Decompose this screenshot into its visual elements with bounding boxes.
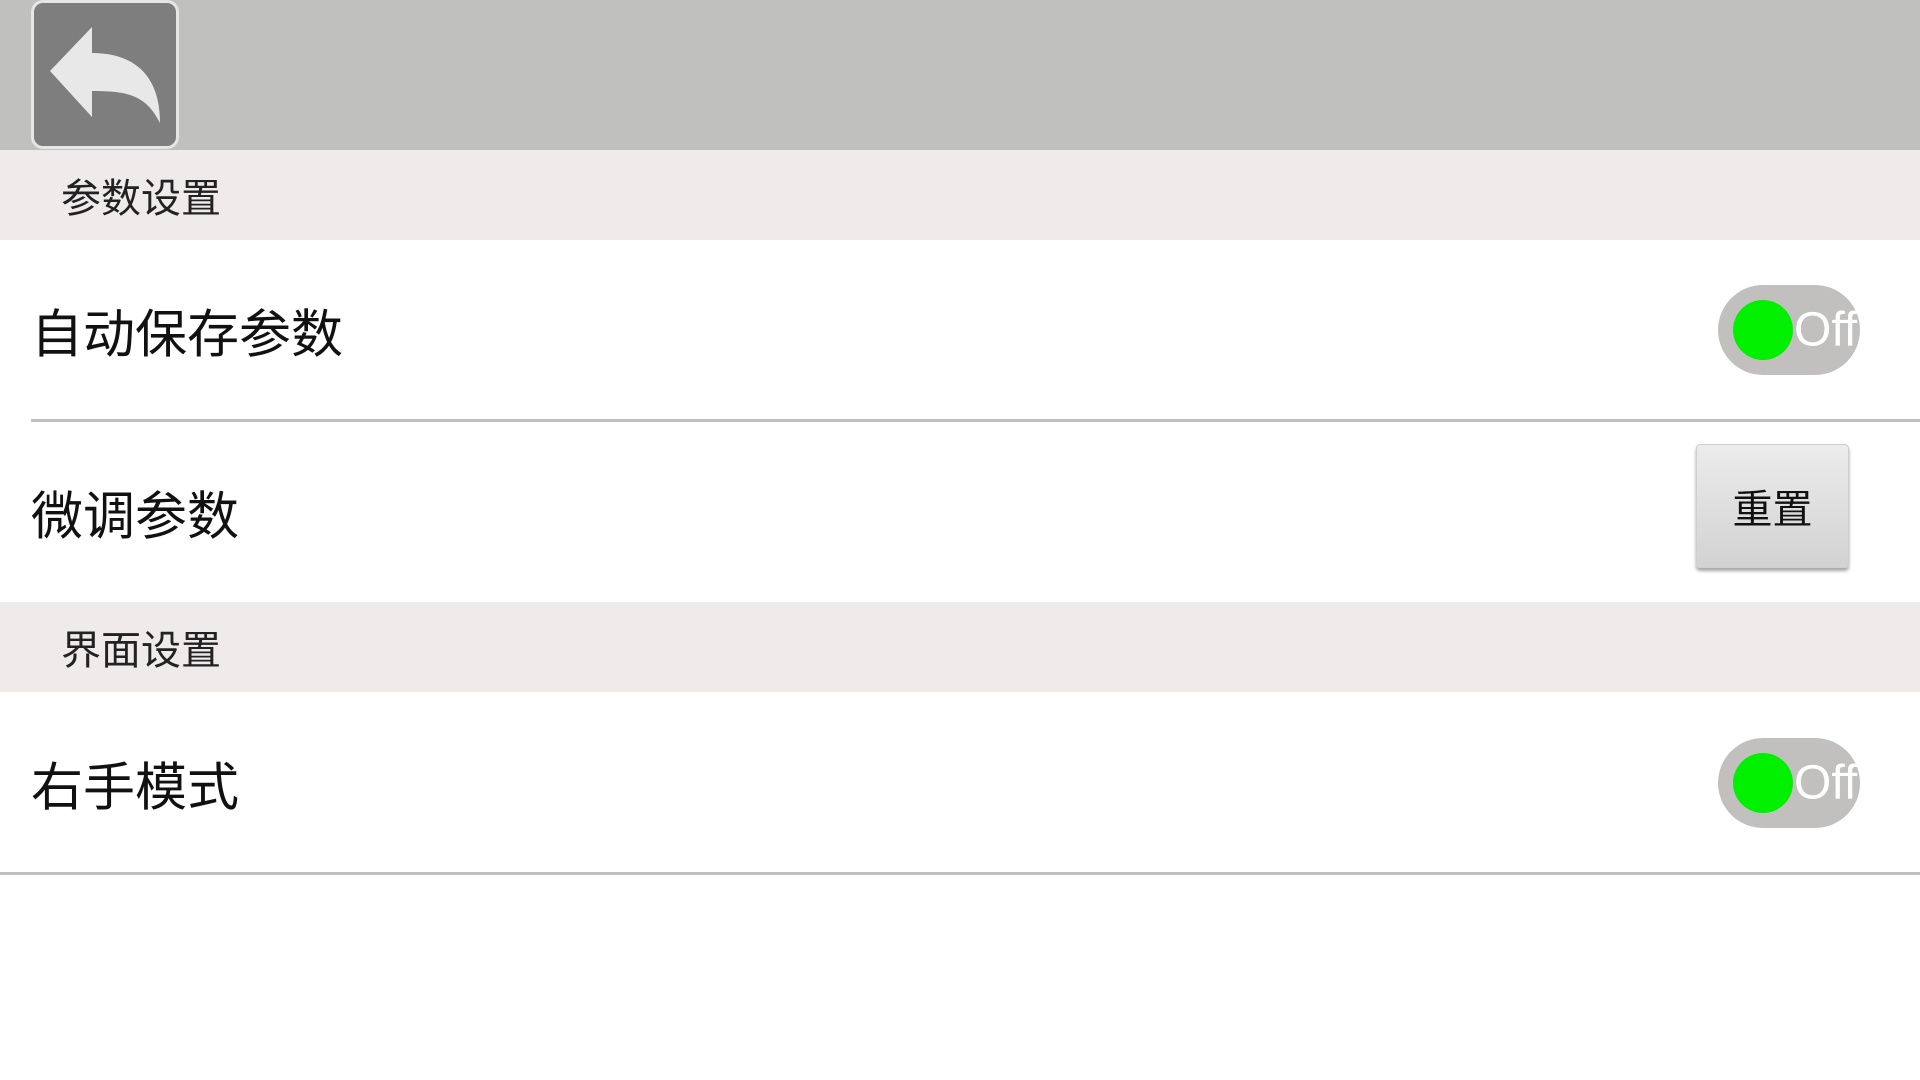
row-auto-save: 自动保存参数 Off [0, 240, 1920, 420]
auto-save-toggle[interactable]: Off [1718, 285, 1860, 375]
row-label: 微调参数 [31, 487, 240, 548]
top-bar [0, 0, 1920, 150]
row-fine-tune: 微调参数 重置 [0, 422, 1920, 602]
toggle-knob [1733, 753, 1793, 813]
section-header-interface: 界面设置 [0, 602, 1920, 692]
divider [0, 872, 1920, 875]
row-label: 自动保存参数 [31, 305, 344, 366]
toggle-state: Off [1794, 756, 1858, 810]
toggle-state: Off [1794, 303, 1858, 357]
back-arrow-icon [50, 27, 160, 123]
back-button[interactable] [31, 0, 179, 149]
row-right-hand-mode: 右手模式 Off [0, 693, 1920, 873]
row-label: 右手模式 [31, 758, 240, 819]
section-title: 参数设置 [61, 176, 221, 222]
section-header-parameters: 参数设置 [0, 150, 1920, 240]
reset-button[interactable]: 重置 [1696, 444, 1849, 568]
right-hand-mode-toggle[interactable]: Off [1718, 738, 1860, 828]
toggle-knob [1733, 300, 1793, 360]
section-title: 界面设置 [61, 628, 221, 674]
